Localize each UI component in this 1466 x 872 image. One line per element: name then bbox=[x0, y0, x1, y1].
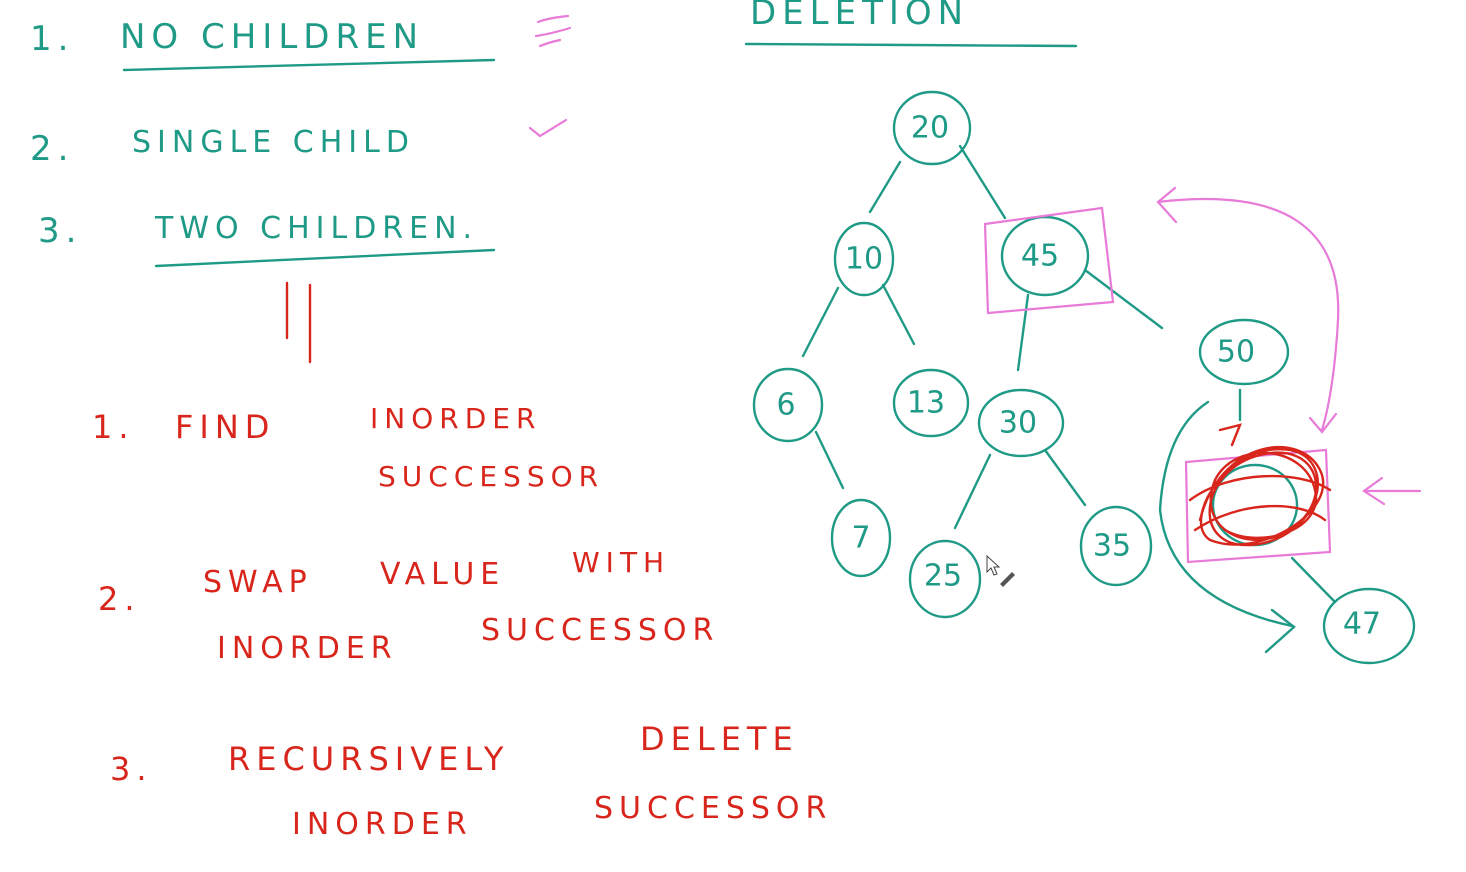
tree-node-10: 10 bbox=[833, 221, 895, 297]
case-2-label: SINGLE CHILD bbox=[132, 125, 415, 160]
step-1-word-find: FIND bbox=[175, 408, 275, 446]
tree-node-47: 47 bbox=[1322, 587, 1416, 665]
pink-arrowhead-top bbox=[1156, 186, 1178, 224]
step-3-number: 3. bbox=[110, 750, 153, 788]
tree-node-13: 13 bbox=[892, 368, 970, 438]
tree-edges bbox=[801, 144, 1337, 604]
case-2-pink-check bbox=[528, 118, 568, 138]
case-3-number: 3. bbox=[38, 211, 82, 251]
parallel-marker bbox=[285, 281, 312, 364]
svg-text:20: 20 bbox=[911, 111, 949, 146]
svg-text:47: 47 bbox=[1343, 607, 1381, 642]
svg-text:25: 25 bbox=[924, 559, 962, 594]
tree-node-35: 35 bbox=[1079, 505, 1153, 587]
whiteboard: 1. NO CHILDREN 2. SINGLE CHILD 3. TWO CH… bbox=[30, 0, 1422, 842]
svg-text:10: 10 bbox=[845, 242, 883, 277]
case-1-label: NO CHILDREN bbox=[120, 17, 424, 57]
tree-node-45: 45 bbox=[1000, 215, 1090, 297]
tree-node-7: 7 bbox=[830, 498, 892, 578]
step-2-word-inorder: INORDER bbox=[217, 631, 398, 666]
step-3-word-successor: SUCCESSOR bbox=[594, 791, 832, 826]
svg-text:6: 6 bbox=[776, 388, 795, 423]
case-1-number: 1. bbox=[30, 19, 74, 59]
case-1-underline bbox=[122, 58, 496, 72]
svg-text:30: 30 bbox=[999, 406, 1037, 441]
pink-side-arrow bbox=[1362, 476, 1422, 506]
pink-curved-arrow bbox=[1156, 198, 1340, 432]
svg-text:50: 50 bbox=[1217, 335, 1255, 370]
step-2-word-swap: SWAP bbox=[203, 565, 313, 600]
svg-text:45: 45 bbox=[1021, 239, 1059, 274]
step-3-word-inorder: INORDER bbox=[292, 807, 473, 842]
step-2-word-value: VALUE bbox=[380, 557, 505, 592]
tree-node-30: 30 bbox=[977, 388, 1065, 458]
step-1-word-inorder: INORDER bbox=[370, 402, 541, 435]
red-scribble-deleted-node bbox=[1188, 423, 1332, 547]
tree-node-25: 25 bbox=[908, 539, 982, 619]
step-2-word-with: WITH bbox=[572, 546, 670, 579]
case-3-underline bbox=[154, 248, 496, 268]
step-3-word-recursively: RECURSIVELY bbox=[228, 740, 509, 778]
tree-node-50: 50 bbox=[1198, 318, 1290, 386]
svg-text:13: 13 bbox=[907, 386, 945, 421]
step-2-word-successor: SUCCESSOR bbox=[481, 613, 719, 648]
tree-node-20: 20 bbox=[892, 90, 972, 166]
case-3-label: TWO CHILDREN. bbox=[154, 211, 478, 246]
diagram-title: DELETION bbox=[750, 0, 969, 33]
step-2-number: 2. bbox=[98, 580, 141, 618]
mouse-pointer-icon bbox=[986, 554, 1001, 576]
svg-text:7: 7 bbox=[851, 521, 870, 556]
case-1-pink-check bbox=[534, 14, 572, 48]
title-underline bbox=[744, 42, 1078, 48]
case-2-number: 2. bbox=[30, 129, 74, 169]
step-1-word-successor: SUCCESSOR bbox=[378, 460, 604, 493]
tree-node-6: 6 bbox=[752, 367, 824, 443]
svg-text:35: 35 bbox=[1093, 529, 1131, 564]
teal-arrowhead-47 bbox=[1264, 608, 1296, 654]
step-3-word-delete: DELETE bbox=[640, 720, 799, 758]
step-1-number: 1. bbox=[92, 408, 135, 446]
pen-icon bbox=[1000, 572, 1015, 587]
